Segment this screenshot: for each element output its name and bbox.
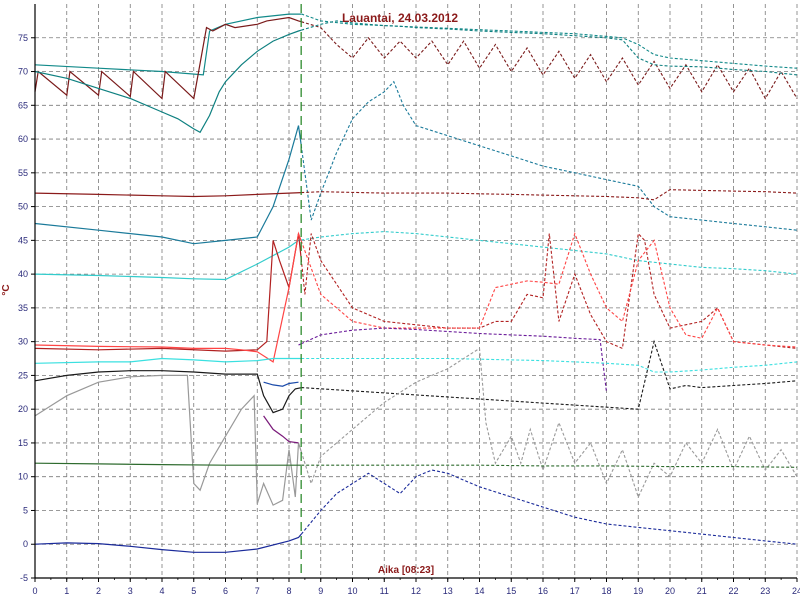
y-tick-label: 35	[18, 303, 28, 313]
x-tick-label: 16	[538, 586, 548, 596]
x-tick-label: 5	[191, 586, 196, 596]
x-tick-label: 22	[728, 586, 738, 596]
y-tick-label: 50	[18, 202, 28, 212]
y-tick-label: 75	[18, 33, 28, 43]
x-tick-label: 14	[474, 586, 484, 596]
x-tick-label: 13	[443, 586, 453, 596]
x-tick-label: 8	[286, 586, 291, 596]
x-tick-label: 12	[411, 586, 421, 596]
y-tick-label: 20	[18, 404, 28, 414]
y-tick-label: -5	[20, 573, 28, 583]
y-tick-label: 40	[18, 269, 28, 279]
y-tick-label: 55	[18, 168, 28, 178]
x-tick-label: 2	[96, 586, 101, 596]
current-time-label: Aika [08:23]	[378, 565, 434, 576]
chart-background	[0, 0, 800, 600]
x-tick-label: 15	[506, 586, 516, 596]
y-tick-label: 60	[18, 134, 28, 144]
temperature-line-chart: 0 1 2 3 4 5 6 7 8 9 10 11 12 13 14 15 16 17 18 19 20 21 22 23 24…	[0, 0, 800, 600]
x-tick-label: 9	[318, 586, 323, 596]
y-tick-label: 45	[18, 235, 28, 245]
y-tick-label: 5	[23, 505, 28, 515]
x-tick-label: 23	[760, 586, 770, 596]
x-tick-label: 24	[792, 586, 800, 596]
x-tick-label: 18	[601, 586, 611, 596]
y-tick-label: 30	[18, 337, 28, 347]
x-tick-label: 0	[32, 586, 37, 596]
y-tick-label: 0	[23, 539, 28, 549]
x-tick-label: 11	[380, 586, 389, 596]
x-tick-label: 1	[64, 586, 69, 596]
x-tick-label: 21	[697, 586, 707, 596]
chart-title: Lauantai, 24.03.2012	[342, 11, 458, 25]
x-tick-label: 6	[223, 586, 228, 596]
x-tick-label: 19	[633, 586, 643, 596]
y-tick-label: 15	[18, 438, 28, 448]
x-tick-label: 7	[255, 586, 260, 596]
y-tick-label: 10	[18, 472, 28, 482]
y-tick-label: 70	[18, 67, 28, 77]
y-tick-label: 65	[18, 100, 28, 110]
x-tick-label: 3	[128, 586, 133, 596]
x-tick-label: 17	[570, 586, 580, 596]
x-tick-label: 20	[665, 586, 675, 596]
y-tick-label: 25	[18, 370, 28, 380]
x-tick-label: 4	[159, 586, 164, 596]
y-axis-unit-label: °C	[1, 284, 12, 295]
x-tick-label: 10	[347, 586, 357, 596]
